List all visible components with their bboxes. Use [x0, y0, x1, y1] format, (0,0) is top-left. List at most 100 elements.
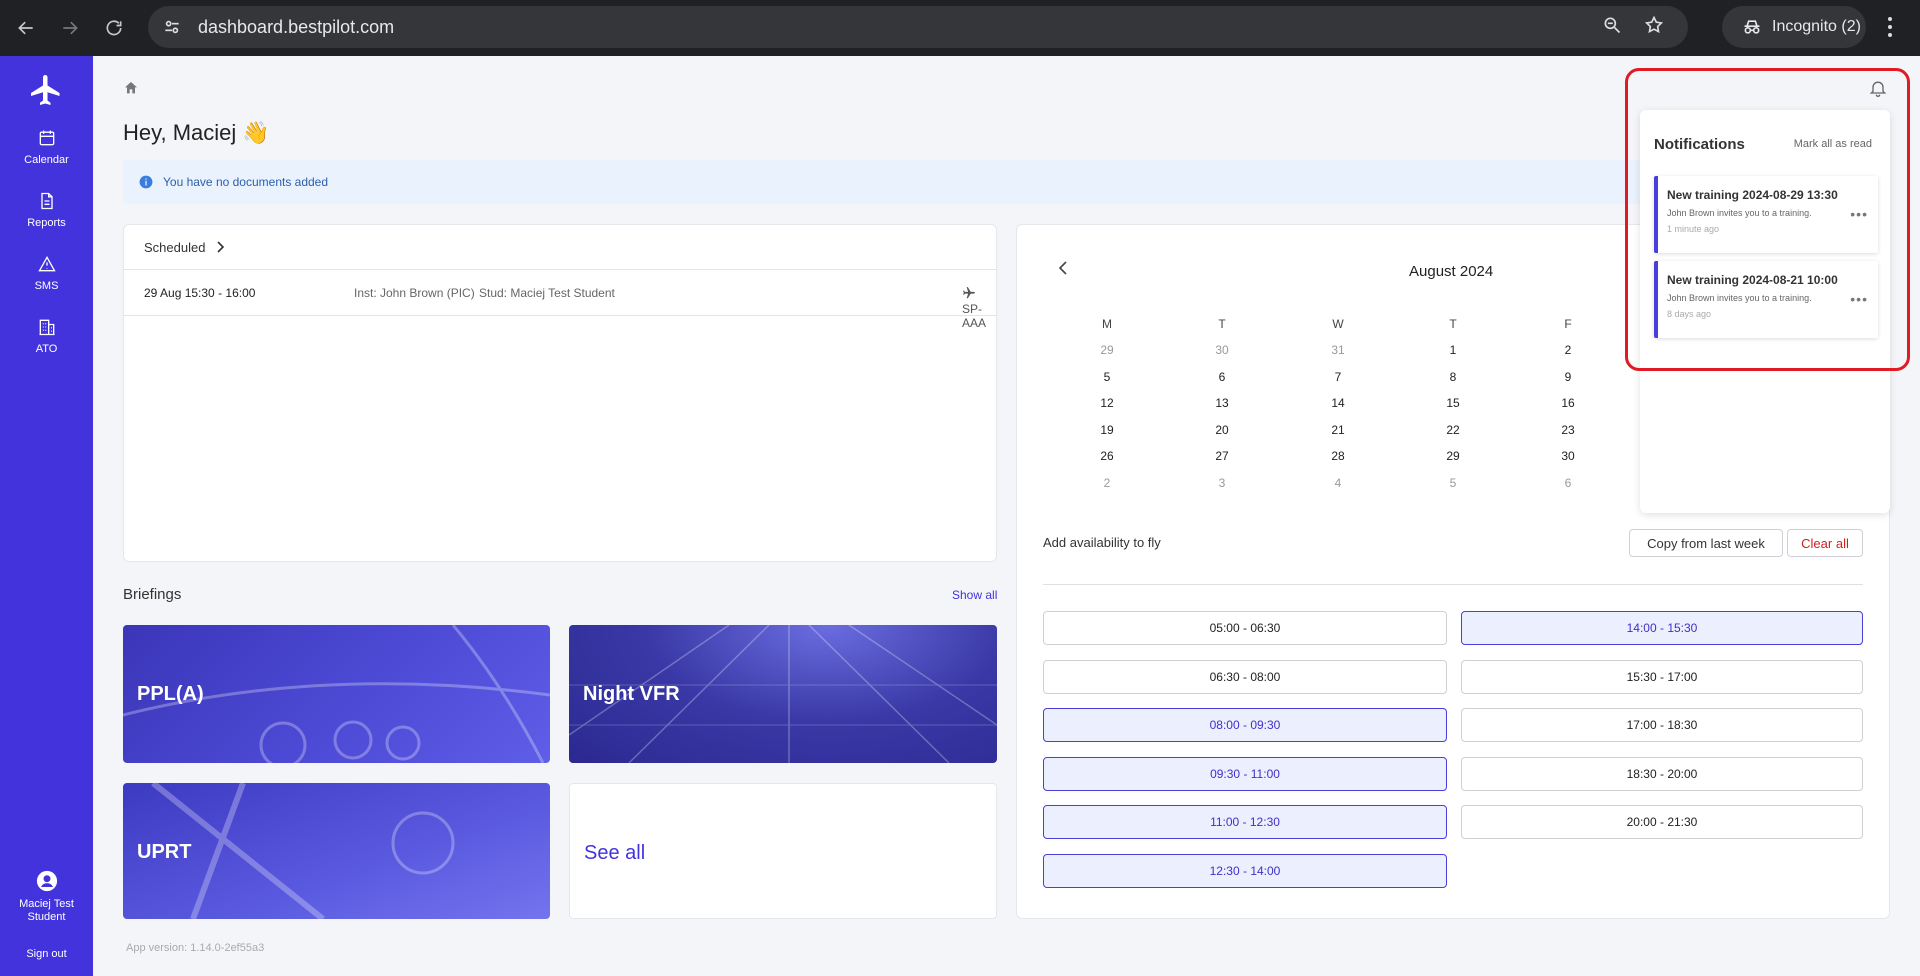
time-slot[interactable]: 18:30 - 20:00 [1461, 756, 1863, 791]
page-greeting: Hey, Maciej 👋 [123, 120, 270, 145]
forward-icon[interactable] [52, 10, 88, 46]
time-slot[interactable]: 20:00 - 21:30 [1461, 805, 1863, 840]
briefing-tile-ppl[interactable]: PPL(A) [123, 625, 550, 763]
weekday-header: F [1564, 317, 1572, 331]
calendar-day[interactable]: 14 [1318, 396, 1358, 410]
browser-menu-icon[interactable] [1880, 12, 1900, 47]
user-name-line2: Student [27, 911, 66, 923]
calendar-day[interactable]: 12 [1087, 396, 1127, 410]
calendar-day[interactable]: 2 [1548, 343, 1588, 357]
sign-out-link[interactable]: Sign out [0, 948, 93, 960]
url-text[interactable]: dashboard.bestpilot.com [198, 17, 394, 38]
sidebar-item-ato[interactable]: ATO [0, 317, 93, 355]
calendar-day[interactable]: 7 [1318, 370, 1358, 384]
briefings-show-all-link[interactable]: Show all [952, 588, 997, 602]
incognito-label: Incognito (2) [1772, 18, 1861, 35]
calendar-day[interactable]: 2 [1087, 476, 1127, 490]
calendar-day[interactable]: 15 [1433, 396, 1473, 410]
sidebar-item-calendar[interactable]: Calendar [0, 128, 93, 166]
weekday-header: W [1332, 317, 1344, 331]
aircraft-registration: SP-AAA [962, 302, 987, 330]
time-slot[interactable]: 09:30 - 11:00 [1043, 756, 1447, 791]
bookmark-star-icon[interactable] [1644, 15, 1664, 40]
incognito-icon [1744, 20, 1760, 34]
app-version: App version: 1.14.0-2ef55a3 [126, 942, 265, 954]
alert-text: You have no documents added [163, 175, 329, 189]
calendar-day[interactable]: 6 [1548, 476, 1588, 490]
briefings-see-all-tile[interactable]: See all [569, 783, 997, 919]
notification-highlight-box [1625, 68, 1910, 371]
calendar-day[interactable]: 13 [1202, 396, 1242, 410]
prev-month-button[interactable] [1057, 261, 1069, 280]
calendar-day[interactable]: 31 [1318, 343, 1358, 357]
briefing-tile-night-vfr[interactable]: Night VFR [569, 625, 997, 763]
calendar-day[interactable]: 20 [1202, 423, 1242, 437]
scheduled-row[interactable]: 29 Aug 15:30 - 16:00 Inst: John Brown (P… [124, 270, 996, 330]
site-settings-icon[interactable] [152, 11, 192, 43]
schedule-student: Stud: Maciej Test Student [479, 286, 615, 300]
time-slot[interactable]: 11:00 - 12:30 [1043, 805, 1447, 840]
sidebar-item-label: SMS [34, 280, 59, 292]
home-breadcrumb-icon[interactable] [123, 80, 139, 101]
sidebar-item-sms[interactable]: SMS [0, 254, 93, 292]
time-slot[interactable]: 05:00 - 06:30 [1043, 611, 1447, 645]
calendar-day[interactable]: 27 [1202, 449, 1242, 463]
see-all-label: See all [584, 842, 646, 864]
clear-all-button[interactable]: Clear all [1787, 529, 1863, 557]
browser-toolbar: dashboard.bestpilot.com Incognito (2) [0, 0, 1920, 56]
briefing-label: PPL(A) [137, 683, 204, 705]
calendar-day[interactable]: 23 [1548, 423, 1588, 437]
weekday-header: T [1449, 317, 1457, 331]
weekday-header: T [1218, 317, 1226, 331]
calendar-day[interactable]: 19 [1087, 423, 1127, 437]
scheduled-title: Scheduled [144, 239, 206, 255]
calendar-day[interactable]: 30 [1202, 343, 1242, 357]
user-name-line1: Maciej Test [19, 898, 74, 910]
calendar-day[interactable]: 9 [1548, 370, 1588, 384]
user-profile[interactable]: Maciej Test Student [0, 870, 93, 924]
calendar-day[interactable]: 8 [1433, 370, 1473, 384]
calendar-day[interactable]: 29 [1433, 449, 1473, 463]
sidebar-item-label: Reports [27, 217, 66, 229]
airplane-icon [963, 287, 975, 299]
time-slot[interactable]: 15:30 - 17:00 [1461, 659, 1863, 694]
briefing-tile-uprt[interactable]: UPRT [123, 783, 550, 919]
availability-label: Add availability to fly [1043, 535, 1161, 550]
calendar-day[interactable]: 30 [1548, 449, 1588, 463]
calendar-icon [39, 130, 54, 146]
calendar-day[interactable]: 21 [1318, 423, 1358, 437]
schedule-instructor: Inst: John Brown (PIC) [354, 286, 475, 300]
address-bar[interactable]: dashboard.bestpilot.com [148, 6, 1688, 48]
chevron-left-icon [1058, 261, 1067, 275]
calendar-day[interactable]: 22 [1433, 423, 1473, 437]
calendar-day[interactable]: 6 [1202, 370, 1242, 384]
time-slot[interactable]: 08:00 - 09:30 [1043, 708, 1447, 743]
airplane-logo-icon[interactable] [28, 72, 64, 108]
info-icon [139, 175, 153, 189]
divider [1043, 584, 1863, 585]
calendar-month-title: August 2024 [1409, 263, 1494, 280]
calendar-day[interactable]: 29 [1087, 343, 1127, 357]
schedule-aircraft: SP-AAA [962, 286, 986, 330]
calendar-day[interactable]: 28 [1318, 449, 1358, 463]
calendar-day[interactable]: 16 [1548, 396, 1588, 410]
scheduled-header[interactable]: Scheduled [124, 225, 996, 270]
calendar-day[interactable]: 5 [1087, 370, 1127, 384]
calendar-day[interactable]: 3 [1202, 476, 1242, 490]
zoom-icon[interactable] [1602, 15, 1622, 40]
chevron-right-icon [217, 241, 225, 253]
time-slot[interactable]: 14:00 - 15:30 [1461, 611, 1863, 645]
back-icon[interactable] [8, 10, 44, 46]
sidebar-item-reports[interactable]: Reports [0, 191, 93, 229]
incognito-indicator[interactable]: Incognito (2) [1722, 6, 1866, 48]
reload-icon[interactable] [96, 10, 132, 46]
documents-alert: You have no documents added [123, 160, 1843, 204]
calendar-day[interactable]: 5 [1433, 476, 1473, 490]
time-slot[interactable]: 06:30 - 08:00 [1043, 659, 1447, 694]
time-slot[interactable]: 17:00 - 18:30 [1461, 708, 1863, 743]
calendar-day[interactable]: 26 [1087, 449, 1127, 463]
calendar-day[interactable]: 1 [1433, 343, 1473, 357]
time-slot[interactable]: 12:30 - 14:00 [1043, 854, 1447, 888]
copy-from-last-week-button[interactable]: Copy from last week [1629, 529, 1783, 557]
calendar-day[interactable]: 4 [1318, 476, 1358, 490]
